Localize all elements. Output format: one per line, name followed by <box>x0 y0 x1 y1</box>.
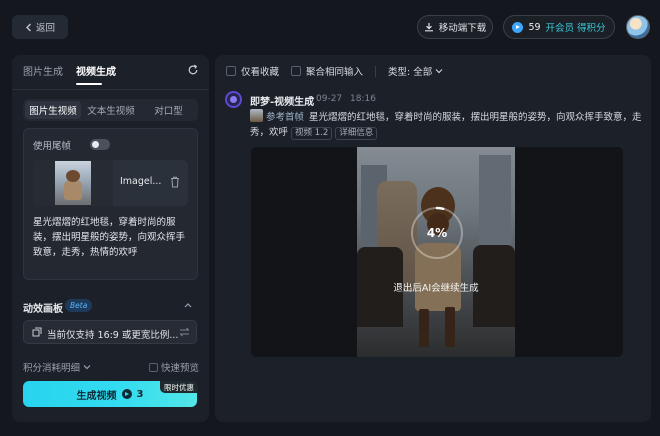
results-panel: 仅看收藏 聚合相同输入 类型: 全部 即梦-视频生成 09-27 18:16 参… <box>215 55 651 422</box>
chevron-up-icon[interactable] <box>184 302 192 308</box>
thumbnail-area <box>33 160 113 206</box>
generate-cost: 3 <box>136 388 144 400</box>
model-chip: 视频 1.2 <box>291 127 333 140</box>
use-end-frame-toggle[interactable] <box>90 139 110 150</box>
reference-frame-thumbnail[interactable] <box>250 109 263 122</box>
aspect-ratio-text: 当前仅支持 16:9 或更宽比例... <box>47 330 179 341</box>
promo-badge: 限时优惠 <box>160 381 198 393</box>
credits-button[interactable]: 59 开会员 得积分 <box>503 15 615 39</box>
video-preview[interactable]: 4% 退出后AI会继续生成 <box>251 147 623 357</box>
aspect-ratio-notice[interactable]: 当前仅支持 16:9 或更宽比例... <box>23 320 197 344</box>
mode-tab-lip-sync[interactable]: 对口型 <box>141 101 196 119</box>
quick-preview-box <box>149 362 158 372</box>
adjust-icon <box>180 327 189 337</box>
credit-coin-icon <box>512 21 524 33</box>
prompt-textarea[interactable]: 星光熠熠的红地毯，穿着时尚的服装，摆出明星般的姿势，向观众挥手致意，走秀，热情的… <box>33 215 193 260</box>
progress-hint: 退出后AI会继续生成 <box>393 283 479 294</box>
chevron-down-icon <box>83 365 91 370</box>
quick-preview-label: 快速预览 <box>161 363 200 374</box>
toggle-knob <box>92 141 99 148</box>
chevron-down-icon <box>435 69 443 74</box>
filter-divider <box>375 65 377 77</box>
tab-divider <box>12 89 209 90</box>
generation-date: 09-27 <box>316 94 343 104</box>
back-button[interactable]: 返回 <box>12 15 68 39</box>
mode-segmented-control: 图片生视频 文本生视频 对口型 <box>23 99 198 121</box>
download-icon <box>424 23 433 32</box>
generation-source-title: 即梦-视频生成 <box>250 97 315 108</box>
filter-bar: 仅看收藏 聚合相同输入 类型: 全部 <box>226 64 443 78</box>
crop-icon <box>32 327 42 337</box>
trash-icon[interactable] <box>170 176 180 188</box>
input-card: 使用尾帧 Imagel... 星光熠熠的红地毯，穿着时尚的服装，摆出明星般的姿势… <box>23 128 198 280</box>
back-label: 返回 <box>35 23 55 34</box>
generate-label: 生成视频 <box>76 390 117 402</box>
credits-count: 59 <box>528 21 541 33</box>
reference-frame-link[interactable]: 参考首帧 <box>266 112 304 123</box>
dreamina-logo-icon <box>225 91 242 108</box>
details-chip[interactable]: 详细信息 <box>335 127 378 140</box>
aggregate-checkbox <box>291 66 302 76</box>
mode-tab-text-to-video[interactable]: 文本生视频 <box>83 101 139 119</box>
tab-video-generation[interactable]: 视频生成 <box>76 63 116 78</box>
mode-tab-image-to-video[interactable]: 图片生视频 <box>25 101 81 119</box>
favorites-only-checkbox <box>226 66 236 76</box>
cost-detail-dropdown[interactable]: 积分消耗明细 <box>23 360 91 374</box>
aggregate-same-input-filter[interactable]: 聚合相同输入 <box>291 64 363 78</box>
user-avatar[interactable] <box>626 15 650 39</box>
beta-badge: Beta <box>65 299 93 312</box>
quick-preview-checkbox[interactable]: 快速预览 <box>149 360 199 374</box>
type-filter-select[interactable]: 类型: 全部 <box>388 64 443 78</box>
generation-time: 18:16 <box>350 94 376 104</box>
image-upload-slot[interactable]: Imagel... <box>33 160 188 206</box>
tab-image-generation[interactable]: 图片生成 <box>23 63 63 78</box>
refresh-icon[interactable] <box>187 64 199 76</box>
active-tab-indicator <box>76 83 102 85</box>
uploaded-image-thumbnail <box>55 161 91 205</box>
motion-panel-title: 动效画板 <box>23 304 63 315</box>
credit-coin-icon <box>121 389 132 399</box>
mobile-download-label: 移动端下载 <box>438 23 487 34</box>
progress-percent: 4% <box>426 226 448 240</box>
mobile-download-button[interactable]: 移动端下载 <box>417 15 493 39</box>
favorites-only-filter[interactable]: 仅看收藏 <box>226 64 279 78</box>
vip-link[interactable]: 开会员 得积分 <box>546 20 606 34</box>
cost-detail-label: 积分消耗明细 <box>23 363 81 374</box>
use-end-frame-label: 使用尾帧 <box>33 141 72 152</box>
uploaded-file-name: Imagel... <box>120 176 162 187</box>
generation-meta: 参考首帧 星光熠熠的红地毯，穿着时尚的服装，摆出明星般的姿势，向观众挥手致意，走秀… <box>250 109 646 140</box>
chevron-left-icon <box>25 23 31 31</box>
